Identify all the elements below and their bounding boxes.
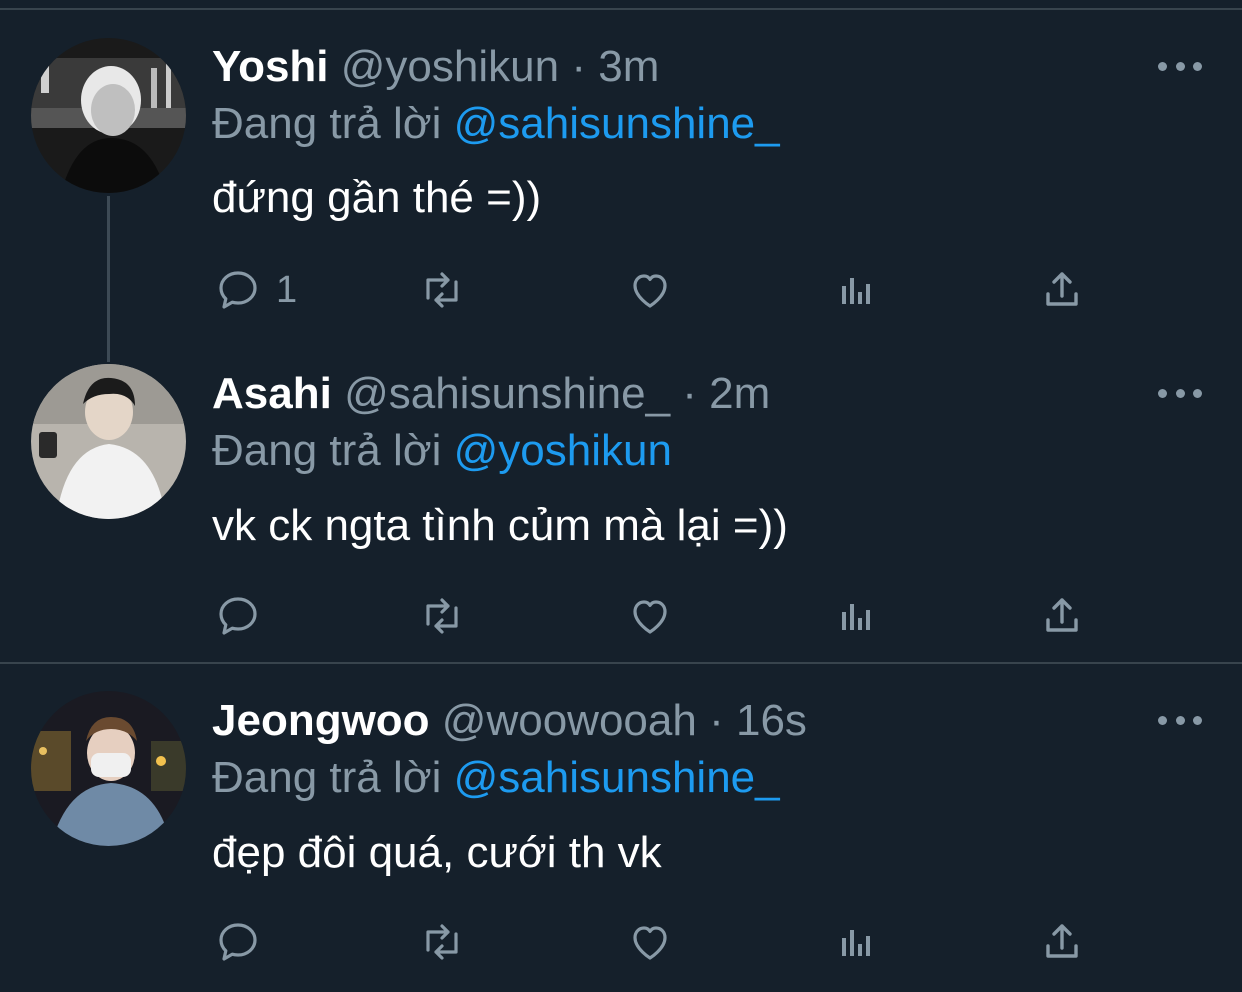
action-bar [0,914,1242,970]
reply-icon [219,923,257,961]
retweet-icon [426,924,458,960]
separator-dot: · [709,696,724,745]
display-name[interactable]: Jeongwoo [212,696,430,745]
reply-button[interactable] [214,914,262,970]
avatar[interactable] [31,691,186,846]
analytics-icon [842,930,870,956]
tweet-header: Jeongwoo @woowooah · 16s [212,695,807,747]
tweet-text: đẹp đôi quá, cưới th vk [212,828,662,877]
like-icon [633,926,667,960]
share-button[interactable] [1038,914,1086,970]
retweet-button[interactable] [418,914,466,970]
analytics-button[interactable] [832,914,880,970]
reply-prefix: Đang trả lời [212,753,442,802]
like-button[interactable] [626,914,674,970]
more-options-icon[interactable] [1158,712,1202,728]
reply-to-link[interactable]: @sahisunshine_ [454,753,780,802]
timestamp[interactable]: 16s [736,696,807,745]
replying-to: Đang trả lời @sahisunshine_ [212,752,780,804]
username-handle[interactable]: @woowooah [442,696,697,745]
share-icon [1046,924,1078,958]
tweet-jeongwoo[interactable]: Jeongwoo @woowooah · 16s Đang trả lời @s… [0,0,1242,992]
